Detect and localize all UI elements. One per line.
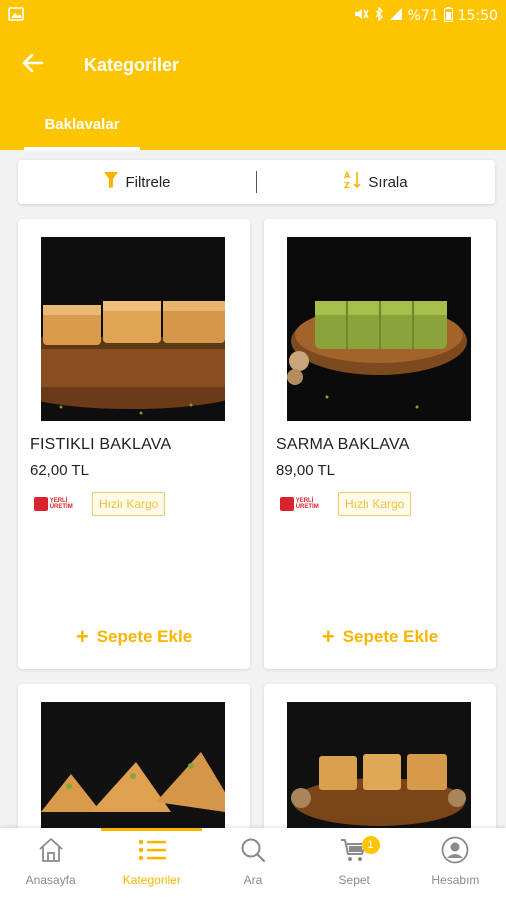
status-time: 15:50 [457, 8, 498, 24]
local-production-icon [34, 497, 48, 511]
tab-bar: Baklavalar [0, 98, 506, 150]
filter-sort-bar: Filtrele AZ Sırala [18, 160, 495, 204]
tab-indicator [24, 147, 140, 150]
nav-home[interactable]: Anasayfa [0, 828, 101, 900]
product-image[interactable] [287, 237, 471, 421]
image-icon [8, 7, 24, 25]
product-image[interactable] [41, 237, 225, 421]
bluetooth-icon [374, 6, 384, 25]
product-card[interactable]: FISTIKLI BAKLAVA 62,00 TL YERLİ ÜRETİM H… [18, 219, 250, 669]
local-production-badge: YERLİ ÜRETİM [280, 494, 328, 514]
list-icon [137, 835, 167, 865]
product-name[interactable]: SARMA BAKLAVA [276, 436, 410, 454]
search-icon [238, 835, 268, 865]
add-to-cart-button[interactable]: + Sepete Ekle [264, 624, 496, 649]
app-bar: Kategoriler [0, 32, 506, 98]
filter-label: Filtrele [125, 173, 171, 191]
bottom-navigation: Anasayfa Kategoriler Ara 1 Sepet Hesabım [0, 828, 506, 900]
fast-cargo-badge: Hızlı Kargo [338, 492, 412, 516]
sort-label: Sırala [368, 173, 408, 191]
add-to-cart-button[interactable]: + Sepete Ekle [18, 624, 250, 649]
funnel-icon [103, 171, 119, 193]
account-icon [440, 835, 470, 865]
signal-icon [389, 7, 403, 25]
home-icon [36, 835, 66, 865]
local-production-icon [280, 497, 294, 511]
back-button[interactable] [0, 32, 66, 98]
local-production-badge: YERLİ ÜRETİM [34, 494, 82, 514]
svg-text:Z: Z [344, 181, 350, 190]
sort-button[interactable]: AZ Sırala [257, 160, 495, 204]
tab-baklavalar[interactable]: Baklavalar [24, 98, 140, 150]
product-card[interactable]: SARMA BAKLAVA 89,00 TL YERLİ ÜRETİM Hızl… [264, 219, 496, 669]
nav-account[interactable]: Hesabım [405, 828, 506, 900]
mute-icon [353, 7, 369, 25]
svg-text:A: A [344, 171, 351, 180]
nav-search[interactable]: Ara [202, 828, 303, 900]
battery-icon [443, 6, 453, 26]
product-price: 89,00 TL [276, 462, 335, 479]
filter-button[interactable]: Filtrele [18, 160, 256, 204]
battery-percent: %71 [407, 8, 439, 24]
cart-count-badge: 1 [361, 836, 380, 854]
sort-az-icon: AZ [344, 170, 362, 194]
plus-icon: + [321, 624, 335, 649]
fast-cargo-badge: Hızlı Kargo [92, 492, 166, 516]
plus-icon: + [75, 624, 89, 649]
page-title: Kategoriler [84, 54, 180, 75]
nav-cart[interactable]: 1 Sepet [304, 828, 405, 900]
status-bar: %71 15:50 [0, 0, 506, 32]
product-name[interactable]: FISTIKLI BAKLAVA [30, 436, 171, 454]
product-price: 62,00 TL [30, 462, 89, 479]
arrow-left-icon [22, 53, 44, 78]
nav-categories[interactable]: Kategoriler [101, 828, 203, 900]
